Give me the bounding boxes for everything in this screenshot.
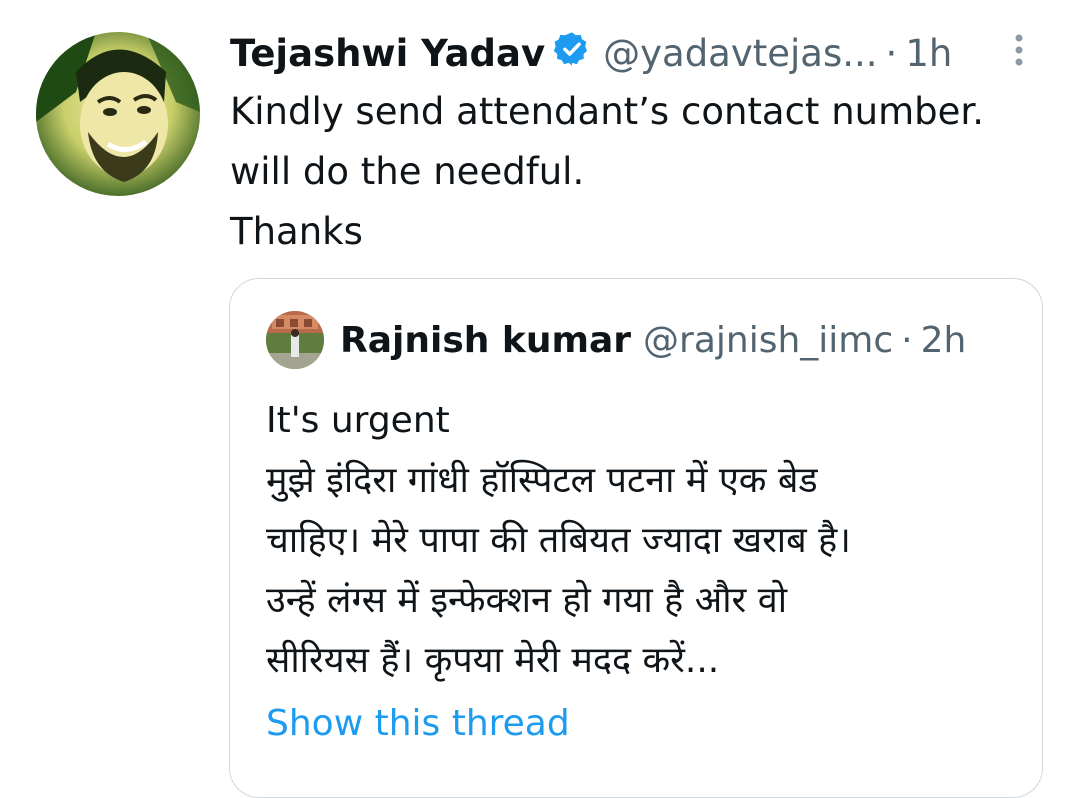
quoted-text-line: सीरियस हैं। कृपया मेरी मदद करें... bbox=[266, 640, 720, 681]
quoted-tweet-timestamp[interactable]: 2h bbox=[921, 320, 967, 361]
quoted-author-handle[interactable]: @rajnish_iimc bbox=[643, 320, 893, 361]
show-thread-link[interactable]: Show this thread bbox=[266, 703, 570, 744]
quoted-author-avatar[interactable] bbox=[266, 311, 324, 369]
quoted-text-line: मुझे इंदिरा गांधी हॉस्पिटल पटना में एक ब… bbox=[266, 460, 818, 501]
more-options-icon[interactable] bbox=[1009, 32, 1029, 72]
tweet-timestamp[interactable]: 1h bbox=[905, 32, 952, 75]
verified-badge-icon bbox=[545, 30, 591, 77]
author-name[interactable]: Tejashwi Yadav bbox=[230, 32, 545, 75]
tweet-text-line: will do the needful. bbox=[230, 150, 585, 193]
author-avatar[interactable] bbox=[36, 32, 200, 196]
tweet-text-line: Thanks bbox=[230, 210, 363, 253]
quoted-author-name[interactable]: Rajnish kumar bbox=[340, 320, 631, 361]
tweet-text-line: Kindly send attendant’s contact number. bbox=[230, 90, 984, 133]
quoted-tweet-text: It's urgent मुझे इंदिरा गांधी हॉस्पिटल प… bbox=[266, 391, 1026, 691]
separator-dot: · bbox=[901, 319, 913, 361]
author-handle[interactable]: @yadavtejas... bbox=[603, 32, 877, 75]
quoted-text-line: चाहिए। मेरे पापा की तबियत ज्यादा खराब है… bbox=[266, 520, 851, 561]
tweet-text: Kindly send attendant’s contact number. … bbox=[230, 82, 1060, 262]
quoted-tweet-card[interactable]: Rajnish kumar @rajnish_iimc · 2h It's ur… bbox=[229, 278, 1043, 798]
separator-dot: · bbox=[885, 31, 898, 75]
quoted-text-line: उन्हें लंग्स में इन्फेक्शन हो गया है और … bbox=[266, 580, 788, 621]
tweet-header: Tejashwi Yadav @yadavtejas... · 1h bbox=[230, 28, 952, 78]
quoted-text-line: It's urgent bbox=[266, 400, 450, 441]
quoted-tweet-header: Rajnish kumar @rajnish_iimc · 2h bbox=[340, 315, 966, 365]
